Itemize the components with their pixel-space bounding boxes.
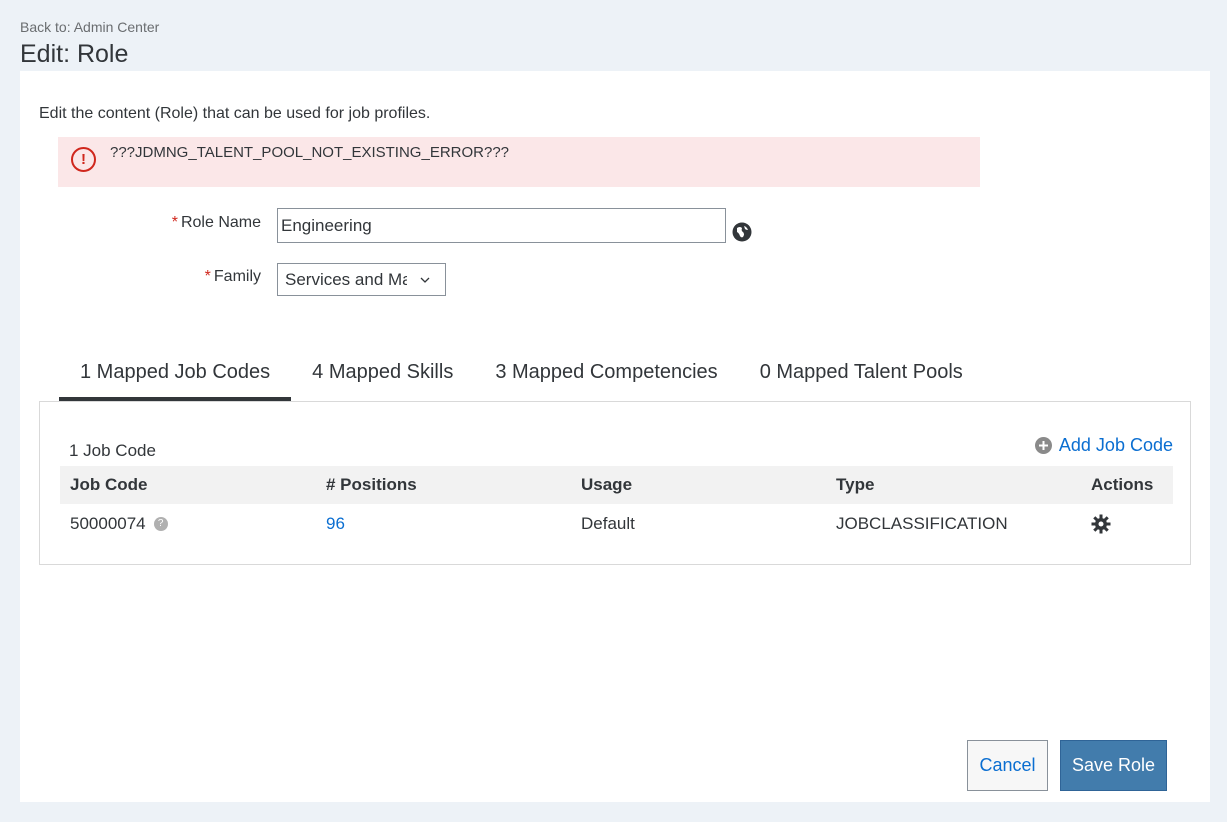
family-label: * Family: [61, 268, 261, 286]
cancel-button[interactable]: Cancel: [967, 740, 1048, 791]
required-marker: *: [204, 268, 211, 285]
back-link[interactable]: Back to: Admin Center: [20, 19, 159, 35]
positions-cell: 96: [316, 504, 571, 543]
globe-icon[interactable]: [732, 222, 752, 242]
job-code-cell: 50000074?: [60, 504, 316, 543]
type-cell: JOBCLASSIFICATION: [836, 513, 1008, 533]
chevron-down-icon: [420, 277, 430, 283]
page-description: Edit the content (Role) that can be used…: [39, 105, 431, 122]
mapping-tabs: 1 Mapped Job Codes 4 Mapped Skills 3 Map…: [59, 356, 984, 402]
column-header-usage[interactable]: Usage: [571, 466, 826, 504]
job-code-count: 1 Job Code: [69, 441, 156, 460]
tab-mapped-competencies[interactable]: 3 Mapped Competencies: [474, 356, 738, 401]
plus-circle-icon: [1034, 437, 1052, 454]
gear-icon[interactable]: [1091, 514, 1111, 534]
table-row: 50000074? 96 Default JOBCLASSIFICATION: [60, 504, 1173, 543]
column-header-actions: Actions: [1081, 466, 1173, 504]
edit-role-card: Edit the content (Role) that can be used…: [20, 71, 1210, 802]
tab-mapped-skills[interactable]: 4 Mapped Skills: [291, 356, 474, 401]
error-icon: !: [71, 147, 96, 172]
positions-link[interactable]: 96: [326, 514, 345, 533]
column-header-positions[interactable]: # Positions: [316, 466, 571, 504]
tab-mapped-talent-pools[interactable]: 0 Mapped Talent Pools: [739, 356, 984, 401]
help-icon[interactable]: ?: [153, 517, 168, 532]
error-message-text: ???JDMNG_TALENT_POOL_NOT_EXISTING_ERROR?…: [110, 144, 510, 161]
family-select[interactable]: Services and Maintenance: [277, 263, 446, 296]
add-job-code-button[interactable]: Add Job Code: [1034, 435, 1173, 456]
role-name-label-text: Role Name: [180, 214, 261, 231]
tab-mapped-job-codes[interactable]: 1 Mapped Job Codes: [59, 356, 292, 401]
family-select-value: Services and Maintenance: [285, 269, 407, 289]
table-header-row: Job Code # Positions Usage Type Actions: [60, 466, 1173, 504]
job-code-value: 50000074: [70, 513, 146, 533]
column-header-job-code[interactable]: Job Code: [60, 466, 316, 504]
job-codes-panel: 1 Job Code Add Job Code Job Code # Posit…: [39, 401, 1191, 565]
add-job-code-label: Add Job Code: [1058, 435, 1173, 455]
error-message-strip: ! ???JDMNG_TALENT_POOL_NOT_EXISTING_ERRO…: [58, 137, 980, 187]
job-codes-table: Job Code # Positions Usage Type Actions …: [60, 466, 1173, 543]
role-name-input[interactable]: [277, 208, 726, 243]
actions-cell: [1081, 504, 1173, 543]
family-label-text: Family: [213, 268, 261, 285]
page-title: Edit: Role: [20, 40, 129, 68]
column-header-type[interactable]: Type: [826, 466, 1081, 504]
save-role-button[interactable]: Save Role: [1060, 740, 1167, 791]
required-marker: *: [171, 214, 178, 231]
usage-cell: Default: [581, 513, 635, 533]
role-name-label: * Role Name: [61, 214, 261, 232]
